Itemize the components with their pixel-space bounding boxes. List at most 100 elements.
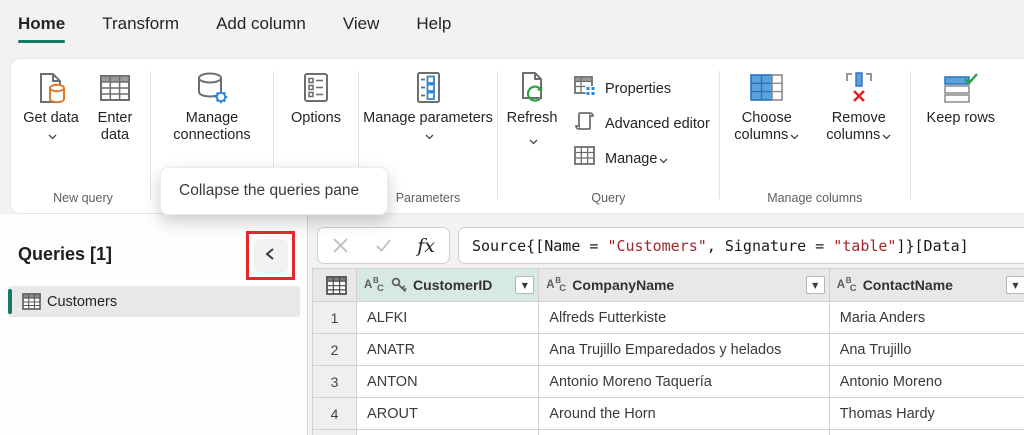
keep-rows-button[interactable]: Keep rows bbox=[926, 67, 996, 127]
query-list-item-customers[interactable]: Customers bbox=[8, 286, 300, 317]
properties-icon bbox=[573, 75, 597, 102]
grid-cell[interactable]: Maria Anders bbox=[829, 302, 1024, 334]
grid-cell[interactable] bbox=[829, 430, 1024, 435]
get-data-button[interactable]: Get data bbox=[19, 67, 83, 144]
row-number[interactable] bbox=[313, 430, 357, 435]
grid-cell[interactable]: Ana Trujillo Emparedados y helados bbox=[539, 334, 829, 366]
grid-cell[interactable]: Around the Horn bbox=[539, 398, 829, 430]
table-row: 4AROUTAround the HornThomas Hardy bbox=[313, 398, 1024, 430]
column-header-companyname[interactable]: ABC CompanyName ▼ bbox=[539, 269, 829, 302]
column-header-contactname[interactable]: ABC ContactName ▼ bbox=[829, 269, 1024, 302]
ribbon-group-reduce-rows: Keep rows bbox=[914, 59, 996, 213]
remove-columns-icon bbox=[843, 69, 875, 107]
chevron-down-icon bbox=[657, 151, 668, 167]
group-label-manage-columns: Manage columns bbox=[723, 191, 907, 213]
ribbon-group-new-query: Get data Enter data New query bbox=[19, 59, 147, 213]
ribbon-divider bbox=[150, 71, 151, 199]
row-number[interactable]: 3 bbox=[313, 366, 357, 398]
keep-rows-icon bbox=[943, 69, 979, 107]
group-label-reduce-rows bbox=[914, 191, 996, 213]
key-icon bbox=[390, 276, 408, 294]
grid-cell[interactable]: Antonio Moreno bbox=[829, 366, 1024, 398]
tooltip-collapse-queries-pane: Collapse the queries pane bbox=[160, 167, 388, 215]
remove-columns-button[interactable]: Remove columns bbox=[811, 67, 907, 144]
text-type-icon: ABC bbox=[837, 277, 858, 294]
tab-help[interactable]: Help bbox=[416, 14, 451, 34]
enter-data-icon bbox=[98, 69, 132, 107]
grid-cell[interactable]: ALFKI bbox=[357, 302, 539, 334]
properties-button[interactable]: Properties bbox=[573, 71, 710, 106]
chevron-down-icon bbox=[46, 127, 57, 143]
manage-query-button[interactable]: Manage bbox=[573, 141, 710, 176]
text-type-icon: ABC bbox=[546, 277, 567, 294]
grid-cell[interactable]: Ana Trujillo bbox=[829, 334, 1024, 366]
chevron-left-icon bbox=[262, 245, 280, 268]
grid-cell[interactable]: Alfreds Futterkiste bbox=[539, 302, 829, 334]
grid-cell[interactable]: ANTON bbox=[357, 366, 539, 398]
query-item-label: Customers bbox=[47, 294, 117, 310]
group-label-query: Query bbox=[501, 191, 716, 213]
table-icon bbox=[320, 276, 352, 295]
formula-input[interactable]: Source{[Name = "Customers", Signature = … bbox=[458, 227, 1024, 264]
get-data-icon bbox=[34, 69, 68, 107]
manage-parameters-icon bbox=[412, 69, 444, 107]
advanced-editor-icon bbox=[573, 109, 597, 138]
chevron-down-icon bbox=[788, 127, 799, 143]
query-table-icon bbox=[22, 293, 41, 310]
refresh-button[interactable]: Refresh bbox=[501, 67, 563, 149]
ribbon-group-query: Refresh Properties bbox=[501, 59, 716, 213]
grid-cell[interactable]: AROUT bbox=[357, 398, 539, 430]
row-number[interactable]: 2 bbox=[313, 334, 357, 366]
manage-connections-button[interactable]: Manage connections bbox=[154, 67, 270, 144]
collapse-queries-pane-button[interactable] bbox=[254, 239, 288, 273]
refresh-icon bbox=[515, 69, 549, 107]
text-type-icon: ABC bbox=[364, 277, 385, 294]
selected-query-accent-bar bbox=[8, 289, 12, 314]
chevron-down-icon bbox=[880, 127, 891, 143]
table-row: 3ANTONAntonio Moreno TaqueríaAntonio Mor… bbox=[313, 366, 1024, 398]
choose-columns-icon bbox=[749, 69, 785, 107]
tab-add-column[interactable]: Add column bbox=[216, 14, 306, 34]
enter-data-button[interactable]: Enter data bbox=[83, 67, 147, 144]
table-row: 1ALFKIAlfreds FutterkisteMaria Anders bbox=[313, 302, 1024, 334]
filter-button[interactable]: ▼ bbox=[1006, 276, 1024, 294]
column-header-customerid[interactable]: ABC CustomerID ▼ bbox=[357, 269, 539, 302]
queries-pane-title: Queries [1] bbox=[18, 244, 112, 265]
manage-parameters-button[interactable]: Manage parameters bbox=[362, 67, 494, 144]
data-preview-grid: ABC CustomerID ▼ ABC C bbox=[312, 268, 1024, 435]
table-row bbox=[313, 430, 1024, 435]
choose-columns-button[interactable]: Choose columns bbox=[723, 67, 811, 144]
cancel-formula-icon[interactable] bbox=[332, 237, 349, 254]
formula-bar-controls: fx bbox=[317, 227, 450, 264]
ribbon-divider bbox=[497, 71, 498, 199]
grid-cell[interactable]: Antonio Moreno Taquería bbox=[539, 366, 829, 398]
ribbon-divider bbox=[719, 71, 720, 199]
row-number[interactable]: 1 bbox=[313, 302, 357, 334]
grid-cell[interactable] bbox=[357, 430, 539, 435]
options-icon bbox=[300, 69, 332, 107]
row-number[interactable]: 4 bbox=[313, 398, 357, 430]
grid-cell[interactable]: Thomas Hardy bbox=[829, 398, 1024, 430]
grid-cell[interactable] bbox=[539, 430, 829, 435]
commit-formula-icon[interactable] bbox=[375, 237, 392, 254]
fx-icon: fx bbox=[417, 235, 435, 257]
tab-home[interactable]: Home bbox=[18, 14, 65, 34]
manage-query-icon bbox=[573, 145, 597, 172]
grid-body: 1ALFKIAlfreds FutterkisteMaria Anders2AN… bbox=[313, 302, 1024, 435]
manage-connections-icon bbox=[194, 69, 230, 107]
group-label-new-query: New query bbox=[19, 191, 147, 213]
advanced-editor-button[interactable]: Advanced editor bbox=[573, 106, 710, 141]
grid-header-row: ABC CustomerID ▼ ABC C bbox=[313, 269, 1024, 302]
filter-button[interactable]: ▼ bbox=[515, 276, 534, 294]
formula-text: Source{[Name = "Customers", Signature = … bbox=[472, 237, 969, 255]
filter-button[interactable]: ▼ bbox=[806, 276, 825, 294]
chevron-down-icon bbox=[423, 127, 434, 143]
grid-corner-table-button[interactable] bbox=[313, 269, 357, 302]
tab-view[interactable]: View bbox=[343, 14, 380, 34]
chevron-down-icon bbox=[527, 131, 538, 149]
ribbon-tab-bar: Home Transform Add column View Help bbox=[0, 0, 1024, 48]
ribbon-divider bbox=[910, 71, 911, 199]
tab-transform[interactable]: Transform bbox=[102, 14, 179, 34]
grid-cell[interactable]: ANATR bbox=[357, 334, 539, 366]
options-button[interactable]: Options bbox=[277, 67, 355, 127]
